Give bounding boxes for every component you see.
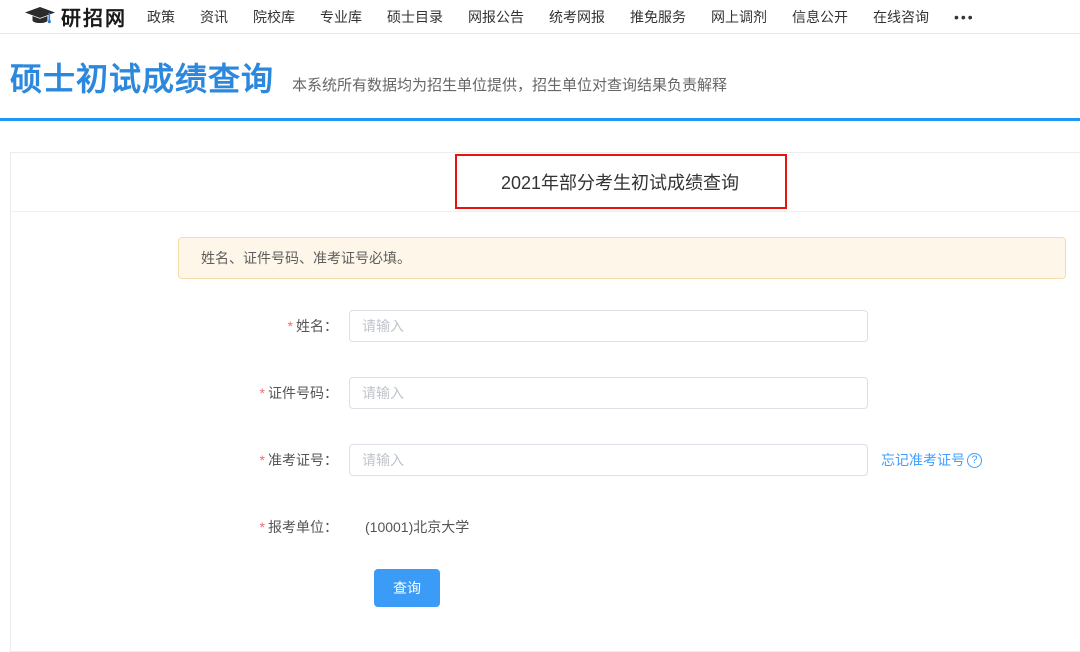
nav-item-policy[interactable]: 政策 [147, 7, 175, 27]
nav-item-master-catalog[interactable]: 硕士目录 [387, 7, 443, 27]
forgot-ticket-link[interactable]: 忘记准考证号? [881, 450, 982, 470]
page-title: 硕士初试成绩查询 [10, 54, 274, 100]
nav-item-info-disclosure[interactable]: 信息公开 [792, 7, 848, 27]
nav-item-unified-exam-report[interactable]: 统考网报 [549, 7, 605, 27]
nav-item-online-report-notice[interactable]: 网报公告 [468, 7, 524, 27]
admission-ticket-label: *准考证号： [11, 450, 338, 470]
id-number-input[interactable] [349, 377, 868, 409]
panel-body: 姓名、证件号码、准考证号必填。 *姓名： *证件号码： *准考证号： [11, 212, 1080, 607]
top-navigation: 研招网 政策 资讯 院校库 专业库 硕士目录 网报公告 统考网报 推免服务 网上… [0, 0, 1080, 34]
page-subtitle: 本系统所有数据均为招生单位提供，招生单位对查询结果负责解释 [292, 74, 727, 95]
target-unit-label: *报考单位： [11, 517, 338, 537]
required-asterisk: * [260, 452, 265, 468]
required-fields-notice: 姓名、证件号码、准考证号必填。 [178, 237, 1066, 279]
nav-item-online-consult[interactable]: 在线咨询 [873, 7, 929, 27]
nav-item-major-library[interactable]: 专业库 [320, 7, 362, 27]
form-row-admission-ticket: *准考证号： 忘记准考证号? [11, 444, 1080, 476]
nav-more-button[interactable]: ••• [954, 9, 975, 25]
nav-item-online-adjustment[interactable]: 网上调剂 [711, 7, 767, 27]
form-row-id-number: *证件号码： [11, 377, 1080, 409]
site-logo[interactable]: 研招网 [25, 2, 127, 31]
nav-item-exempt-service[interactable]: 推免服务 [630, 7, 686, 27]
query-button[interactable]: 查询 [374, 569, 440, 607]
question-circle-icon: ? [967, 453, 982, 468]
header-divider [0, 118, 1080, 121]
required-asterisk: * [288, 318, 293, 334]
form-actions: 查询 [374, 569, 1080, 607]
main-nav: 政策 资讯 院校库 专业库 硕士目录 网报公告 统考网报 推免服务 网上调剂 信… [147, 7, 1000, 27]
name-label: *姓名： [11, 316, 338, 336]
query-panel: 2021年部分考生初试成绩查询 姓名、证件号码、准考证号必填。 *姓名： *证件… [10, 152, 1080, 652]
target-unit-value: (10001)北京大学 [365, 517, 469, 537]
nav-item-college-library[interactable]: 院校库 [253, 7, 295, 27]
required-asterisk: * [260, 519, 265, 535]
id-number-label: *证件号码： [11, 383, 338, 403]
nav-item-news[interactable]: 资讯 [200, 7, 228, 27]
form-row-name: *姓名： [11, 310, 1080, 342]
logo-text: 研招网 [61, 2, 127, 31]
score-query-form: *姓名： *证件号码： *准考证号： 忘记准考证号? [11, 310, 1080, 607]
graduation-cap-icon [25, 7, 55, 27]
panel-title: 2021年部分考生初试成绩查询 [501, 169, 739, 195]
form-row-target-unit: *报考单位： (10001)北京大学 [11, 511, 1080, 543]
name-input[interactable] [349, 310, 868, 342]
admission-ticket-input[interactable] [349, 444, 868, 476]
page-header: 硕士初试成绩查询 本系统所有数据均为招生单位提供，招生单位对查询结果负责解释 [0, 34, 1080, 118]
required-asterisk: * [260, 385, 265, 401]
panel-header: 2021年部分考生初试成绩查询 [11, 153, 1080, 212]
